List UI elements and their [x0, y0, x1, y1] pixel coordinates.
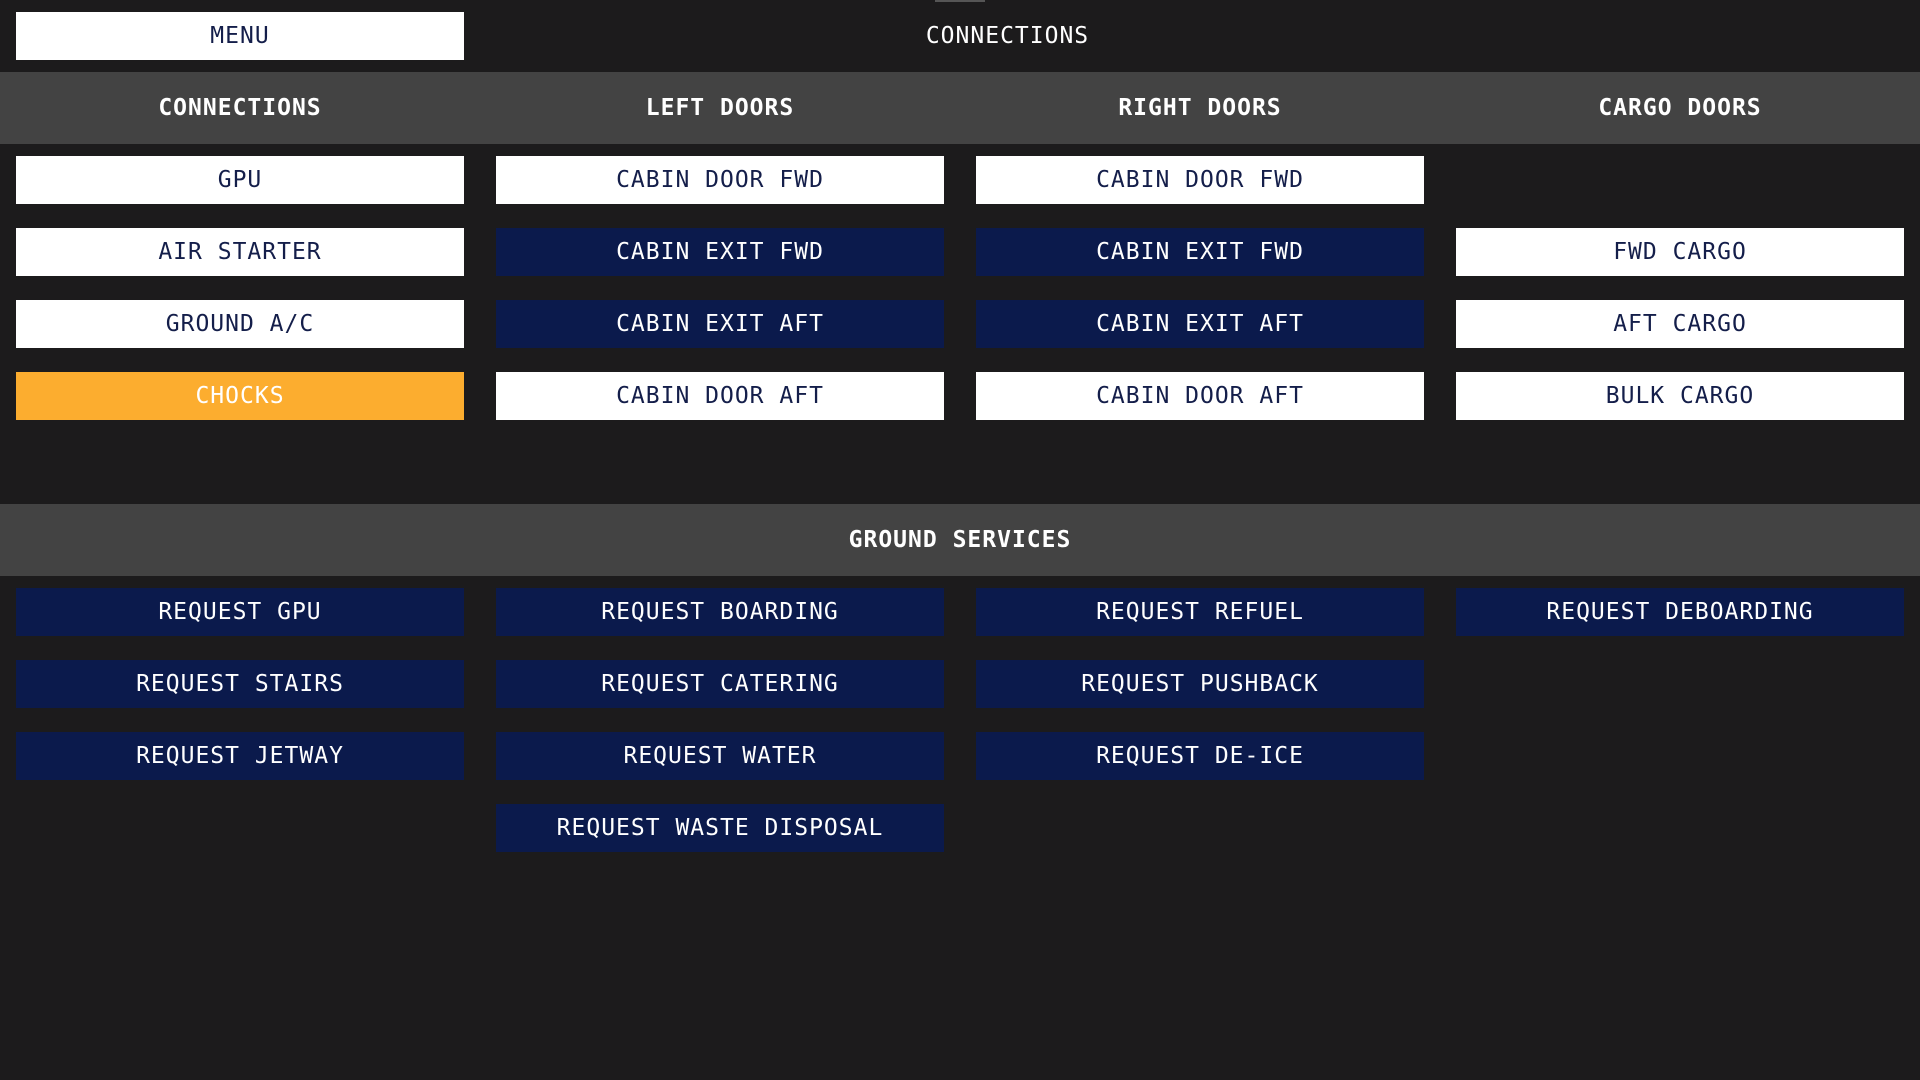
request-waste-disposal-button[interactable]: REQUEST WASTE DISPOSAL: [496, 804, 944, 852]
right-doors-heading: RIGHT DOORS: [1118, 95, 1282, 121]
left-cabin-exit-fwd-button[interactable]: CABIN EXIT FWD: [496, 228, 944, 276]
right-cabin-exit-aft-button[interactable]: CABIN EXIT AFT: [976, 300, 1424, 348]
request-water-button[interactable]: REQUEST WATER: [496, 732, 944, 780]
page-title: CONNECTIONS: [925, 23, 1090, 49]
cargo-doors-heading: CARGO DOORS: [1598, 95, 1762, 121]
gpu-button[interactable]: GPU: [16, 156, 464, 204]
left-cabin-exit-aft-button[interactable]: CABIN EXIT AFT: [496, 300, 944, 348]
right-cabin-door-aft-button[interactable]: CABIN DOOR AFT: [976, 372, 1424, 420]
top-indicator: [935, 0, 985, 2]
air-starter-button[interactable]: AIR STARTER: [16, 228, 464, 276]
chocks-button[interactable]: CHOCKS: [16, 372, 464, 420]
fwd-cargo-button[interactable]: FWD CARGO: [1456, 228, 1904, 276]
request-deboarding-button[interactable]: REQUEST DEBOARDING: [1456, 588, 1904, 636]
left-doors-heading: LEFT DOORS: [645, 95, 795, 121]
left-cabin-door-fwd-button[interactable]: CABIN DOOR FWD: [496, 156, 944, 204]
bulk-cargo-button[interactable]: BULK CARGO: [1456, 372, 1904, 420]
connections-heading: CONNECTIONS: [158, 95, 322, 121]
request-refuel-button[interactable]: REQUEST REFUEL: [976, 588, 1424, 636]
request-stairs-button[interactable]: REQUEST STAIRS: [16, 660, 464, 708]
request-catering-button[interactable]: REQUEST CATERING: [496, 660, 944, 708]
request-pushback-button[interactable]: REQUEST PUSHBACK: [976, 660, 1424, 708]
ground-services-band: GROUND SERVICES: [0, 504, 1920, 576]
aft-cargo-button[interactable]: AFT CARGO: [1456, 300, 1904, 348]
menu-button[interactable]: MENU: [16, 12, 464, 60]
request-jetway-button[interactable]: REQUEST JETWAY: [16, 732, 464, 780]
connections-page: MENU CONNECTIONS CONNECTIONS LEFT DOORS …: [0, 0, 1920, 1080]
request-boarding-button[interactable]: REQUEST BOARDING: [496, 588, 944, 636]
ground-ac-button[interactable]: GROUND A/C: [16, 300, 464, 348]
left-cabin-door-aft-button[interactable]: CABIN DOOR AFT: [496, 372, 944, 420]
right-cabin-door-fwd-button[interactable]: CABIN DOOR FWD: [976, 156, 1424, 204]
ground-services-heading: GROUND SERVICES: [848, 527, 1072, 553]
request-gpu-button[interactable]: REQUEST GPU: [16, 588, 464, 636]
right-cabin-exit-fwd-button[interactable]: CABIN EXIT FWD: [976, 228, 1424, 276]
request-de-ice-button[interactable]: REQUEST DE-ICE: [976, 732, 1424, 780]
section-header-band: CONNECTIONS LEFT DOORS RIGHT DOORS CARGO…: [0, 72, 1920, 144]
